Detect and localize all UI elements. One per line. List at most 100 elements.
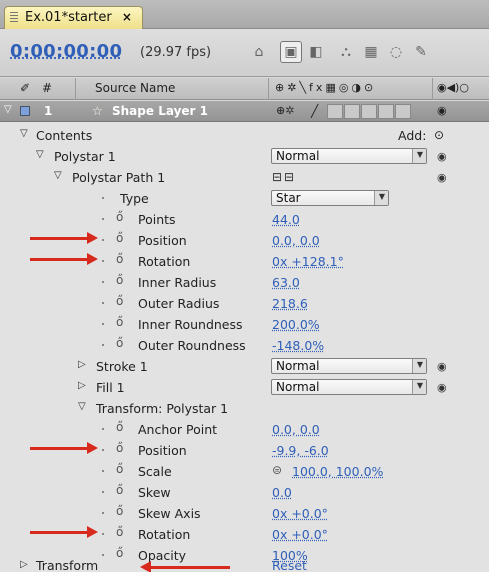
stopwatch-icon[interactable]: ő — [116, 273, 123, 287]
blend-mode-value: Normal — [276, 149, 320, 163]
scale-row: ő Scale ⊜ 100.0, 100.0% — [0, 461, 489, 482]
stopwatch-icon[interactable]: ő — [116, 462, 123, 476]
close-icon[interactable]: × — [122, 10, 132, 24]
skew-axis-row: ő Skew Axis 0x +0.0° — [0, 503, 489, 524]
rotation-value[interactable]: 0x +128.1° — [272, 254, 344, 269]
layer-expand-twirl[interactable]: ▽ — [4, 104, 12, 115]
stopwatch-icon[interactable]: ő — [116, 336, 123, 350]
stopwatch-icon[interactable]: ő — [116, 252, 123, 266]
fill-blend-dropdown[interactable]: Normal ▼ — [271, 379, 427, 395]
anchor-point-value[interactable]: 0.0, 0.0 — [272, 422, 320, 437]
stopwatch-icon[interactable]: ő — [116, 294, 123, 308]
twirl-open-icon[interactable]: ▽ — [20, 128, 28, 139]
eye-icon[interactable]: ◉ — [437, 171, 447, 184]
red-arrow-annotation — [30, 442, 98, 454]
inner-radius-label: Inner Radius — [138, 275, 217, 290]
stopwatch-icon[interactable]: ő — [116, 441, 123, 455]
inner-roundness-value[interactable]: 200.0% — [272, 317, 320, 332]
stopwatch-icon[interactable]: ő — [116, 210, 123, 224]
add-label: Add: — [398, 128, 427, 143]
composition-tab-label: Ex.01*starter — [25, 10, 112, 25]
position-row: ő Position 0.0, 0.0 — [0, 230, 489, 251]
points-value[interactable]: 44.0 — [272, 212, 300, 227]
switch-cell[interactable] — [344, 104, 360, 119]
dropdown-arrow-icon: ▼ — [416, 150, 423, 159]
layer-label-color[interactable] — [20, 106, 30, 116]
quality-switch-icon[interactable]: ╱ — [311, 104, 318, 118]
star-icon: ☆ — [92, 104, 103, 118]
transform-reset-link[interactable]: Reset — [272, 558, 307, 572]
label-column-icon[interactable]: ✐ — [20, 81, 30, 95]
skew-axis-value[interactable]: 0x +0.0° — [272, 506, 328, 521]
stopwatch-icon[interactable]: ő — [116, 504, 123, 518]
switch-cell[interactable] — [395, 104, 411, 119]
constrain-proportions-icon[interactable]: ⊜ — [272, 463, 282, 477]
layer-transform-row[interactable]: ▷ Transform Reset — [0, 556, 489, 572]
stopwatch-icon[interactable]: ő — [116, 525, 123, 539]
motion-blur-icon[interactable]: ◌ — [385, 41, 407, 63]
polystar-group-row[interactable]: ▽ Polystar 1 Normal ▼ ◉ — [0, 146, 489, 167]
stopwatch-icon[interactable]: ő — [116, 483, 123, 497]
stopwatch-icon[interactable]: ő — [116, 231, 123, 245]
skew-value[interactable]: 0.0 — [272, 485, 292, 500]
outer-radius-row: ő Outer Radius 218.6 — [0, 293, 489, 314]
frame-blending-icon[interactable]: ▦ — [360, 41, 382, 63]
transform-position-value[interactable]: -9.9, -6.0 — [272, 443, 329, 458]
contents-row[interactable]: ▽ Contents Add: ⊙ — [0, 125, 489, 146]
twirl-closed-icon[interactable]: ▷ — [78, 380, 86, 391]
stopwatch-icon[interactable]: ő — [116, 315, 123, 329]
comp-mini-flowchart-icon[interactable]: ⌂ — [248, 41, 270, 63]
outer-roundness-value[interactable]: -148.0% — [272, 338, 324, 353]
polystar-path-row[interactable]: ▽ Polystar Path 1 ⊟⊟ ◉ — [0, 167, 489, 188]
draft-3d-icon[interactable]: ◧ — [305, 41, 327, 63]
live-update-icon[interactable]: ▣ — [280, 41, 302, 63]
transform-polystar-row[interactable]: ▽ Transform: Polystar 1 — [0, 398, 489, 419]
transform-rotation-value[interactable]: 0x +0.0° — [272, 527, 328, 542]
dot-marker — [102, 512, 104, 514]
switch-cell[interactable] — [327, 104, 343, 119]
shy-collapse-switch-icons[interactable]: ⊕✲ — [276, 104, 294, 117]
position-value[interactable]: 0.0, 0.0 — [272, 233, 320, 248]
stroke-row[interactable]: ▷ Stroke 1 Normal ▼ ◉ — [0, 356, 489, 377]
red-arrow-annotation — [30, 232, 98, 244]
composition-tab[interactable]: Ex.01*starter × — [4, 6, 143, 29]
eye-icon[interactable]: ◉ — [437, 150, 447, 163]
source-name-column-header[interactable]: Source Name — [95, 81, 175, 95]
layer-name[interactable]: Shape Layer 1 — [112, 104, 208, 118]
twirl-open-icon[interactable]: ▽ — [36, 149, 44, 160]
blend-mode-dropdown[interactable]: Normal ▼ — [271, 148, 427, 164]
eye-icon[interactable]: ◉ — [437, 360, 447, 373]
stroke-blend-dropdown[interactable]: Normal ▼ — [271, 358, 427, 374]
switches-column-icons[interactable]: ⊕✲╲fx▦◎◑⊙ — [275, 81, 376, 94]
number-column-header[interactable]: # — [42, 81, 52, 95]
eye-icon[interactable]: ◉ — [437, 104, 447, 117]
inner-radius-row: ő Inner Radius 63.0 — [0, 272, 489, 293]
stopwatch-icon[interactable]: ő — [116, 420, 123, 434]
fill-row[interactable]: ▷ Fill 1 Normal ▼ ◉ — [0, 377, 489, 398]
dot-marker — [102, 428, 104, 430]
hide-shy-layers-icon[interactable]: ⛬ — [335, 41, 357, 63]
av-features-column-icons[interactable]: ◉◀)○ — [437, 81, 469, 94]
twirl-closed-icon[interactable]: ▷ — [78, 359, 86, 370]
switch-cell[interactable] — [361, 104, 377, 119]
dropdown-arrow-icon: ▼ — [378, 192, 385, 201]
inner-roundness-row: ő Inner Roundness 200.0% — [0, 314, 489, 335]
rotation-row: ő Rotation 0x +128.1° — [0, 251, 489, 272]
anchor-point-row: ő Anchor Point 0.0, 0.0 — [0, 419, 489, 440]
eye-icon[interactable]: ◉ — [437, 381, 447, 394]
graph-editor-icon[interactable]: ✎ — [410, 41, 432, 63]
dot-marker — [102, 281, 104, 283]
twirl-closed-icon[interactable]: ▷ — [20, 559, 28, 570]
inner-radius-value[interactable]: 63.0 — [272, 275, 300, 290]
layer-row[interactable]: ▽ 1 ☆ Shape Layer 1 ⊕✲ ╱ ◉ — [0, 101, 489, 122]
current-time-display[interactable]: 0:00:00:00 — [10, 41, 122, 62]
twirl-open-icon[interactable]: ▽ — [78, 401, 86, 412]
switch-cell[interactable] — [378, 104, 394, 119]
dot-marker — [102, 344, 104, 346]
outer-radius-value[interactable]: 218.6 — [272, 296, 308, 311]
scale-value[interactable]: 100.0, 100.0% — [292, 464, 383, 479]
type-dropdown[interactable]: Star ▼ — [271, 190, 389, 206]
path-direction-icons[interactable]: ⊟⊟ — [272, 170, 296, 184]
twirl-open-icon[interactable]: ▽ — [54, 170, 62, 181]
add-menu-icon[interactable]: ⊙ — [434, 128, 444, 142]
